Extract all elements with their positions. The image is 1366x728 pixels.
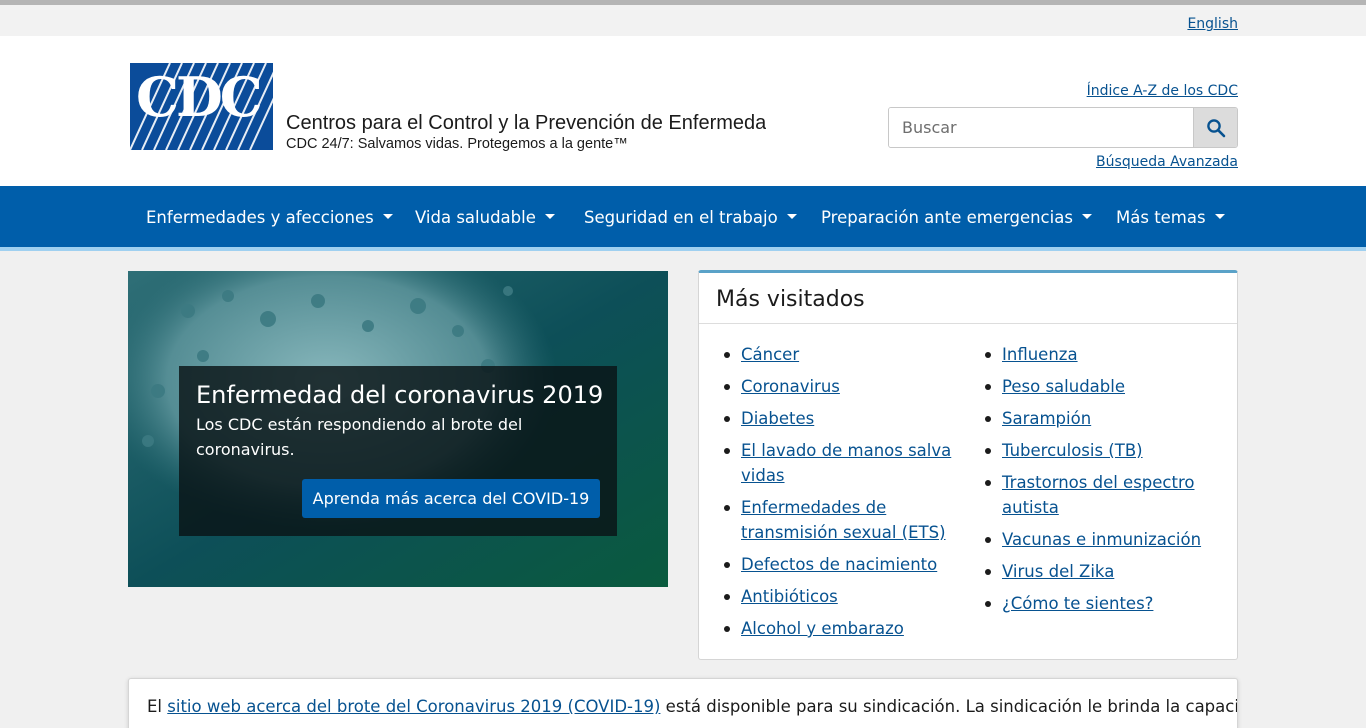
most-visited-left-list: Cáncer Coronavirus Diabetes El lavado de… (724, 342, 961, 641)
list-item[interactable]: Diabetes (724, 406, 961, 431)
nav-item-label: Vida saludable (415, 208, 536, 227)
most-visited-card: Más visitados Cáncer Coronavirus Diabete… (698, 270, 1238, 660)
list-item[interactable]: Enfermedades de transmisión sexual (ETS) (724, 495, 961, 545)
learn-more-covid-button[interactable]: Aprenda más acerca del COVID-19 (302, 479, 600, 518)
syndication-prefix: El (147, 697, 163, 716)
list-item[interactable]: Trastornos del espectro autista (985, 470, 1222, 520)
nav-item-label: Más temas (1116, 208, 1206, 227)
search-icon (1207, 119, 1226, 138)
az-index-link[interactable]: Índice A-Z de los CDC (1087, 83, 1238, 99)
list-item[interactable]: Coronavirus (724, 374, 961, 399)
hero-title: Enfermedad del coronavirus 2019 (196, 381, 604, 409)
search-input[interactable] (889, 108, 1194, 147)
list-item[interactable]: Vacunas e inmunización (985, 527, 1222, 552)
card-divider (699, 323, 1237, 324)
syndication-text: El sitio web acerca del brote del Corona… (147, 697, 1237, 716)
nav-item-vida-saludable[interactable]: Vida saludable (415, 186, 555, 247)
language-link[interactable]: English (1187, 16, 1238, 32)
nav-item-mas-temas[interactable]: Más temas (1116, 186, 1225, 247)
hero-description: Los CDC están respondiendo al brote del … (196, 415, 523, 459)
list-item[interactable]: Sarampión (985, 406, 1222, 431)
nav-item-label: Enfermedades y afecciones (146, 208, 374, 227)
org-tagline: CDC 24/7: Salvamos vidas. Protegemos a l… (286, 136, 628, 152)
list-item[interactable]: Virus del Zika (985, 559, 1222, 584)
nav-item-label: Preparación ante emergencias (821, 208, 1073, 227)
search-button[interactable] (1193, 108, 1237, 147)
logo-wordmark: CDC (136, 65, 263, 129)
cdc-logo[interactable]: CDC (130, 63, 273, 150)
syndication-notice: El sitio web acerca del brote del Corona… (128, 678, 1238, 728)
org-name: Centros para el Control y la Prevención … (286, 112, 766, 134)
nav-item-label: Seguridad en el trabajo (584, 208, 778, 227)
main-nav: Enfermedades y afecciones Vida saludable… (0, 186, 1366, 251)
nav-item-enfermedades[interactable]: Enfermedades y afecciones (146, 186, 393, 247)
hero-overlay: Enfermedad del coronavirus 2019 Los CDC … (179, 366, 617, 536)
caret-down-icon (1214, 214, 1225, 219)
nav-item-preparacion[interactable]: Preparación ante emergencias (821, 186, 1092, 247)
list-item[interactable]: Peso saludable (985, 374, 1222, 399)
nav-item-seguridad[interactable]: Seguridad en el trabajo (584, 186, 797, 247)
covid-website-link[interactable]: sitio web acerca del brote del Coronavir… (167, 697, 660, 716)
list-item[interactable]: Alcohol y embarazo (724, 616, 961, 641)
most-visited-right-list: Influenza Peso saludable Sarampión Tuber… (985, 342, 1222, 616)
list-item[interactable]: Influenza (985, 342, 1222, 367)
syndication-suffix: está disponible para su sindicación. La … (665, 697, 1237, 716)
list-item[interactable]: El lavado de manos salva vidas (724, 438, 961, 488)
site-header: CDC Centros para el Control y la Prevenc… (0, 36, 1366, 186)
list-item[interactable]: Antibióticos (724, 584, 961, 609)
caret-down-icon (1081, 214, 1092, 219)
list-item[interactable]: Cáncer (724, 342, 961, 367)
most-visited-title: Más visitados (716, 287, 865, 312)
caret-down-icon (544, 214, 555, 219)
search-box (888, 107, 1238, 148)
caret-down-icon (786, 214, 797, 219)
advanced-search-link[interactable]: Búsqueda Avanzada (1096, 154, 1238, 170)
caret-down-icon (382, 214, 393, 219)
list-item[interactable]: Tuberculosis (TB) (985, 438, 1222, 463)
list-item[interactable]: Defectos de nacimiento (724, 552, 961, 577)
list-item[interactable]: ¿Cómo te sientes? (985, 591, 1222, 616)
hero-banner: Enfermedad del coronavirus 2019 Los CDC … (128, 271, 668, 587)
top-utility-bar: English (0, 0, 1366, 36)
